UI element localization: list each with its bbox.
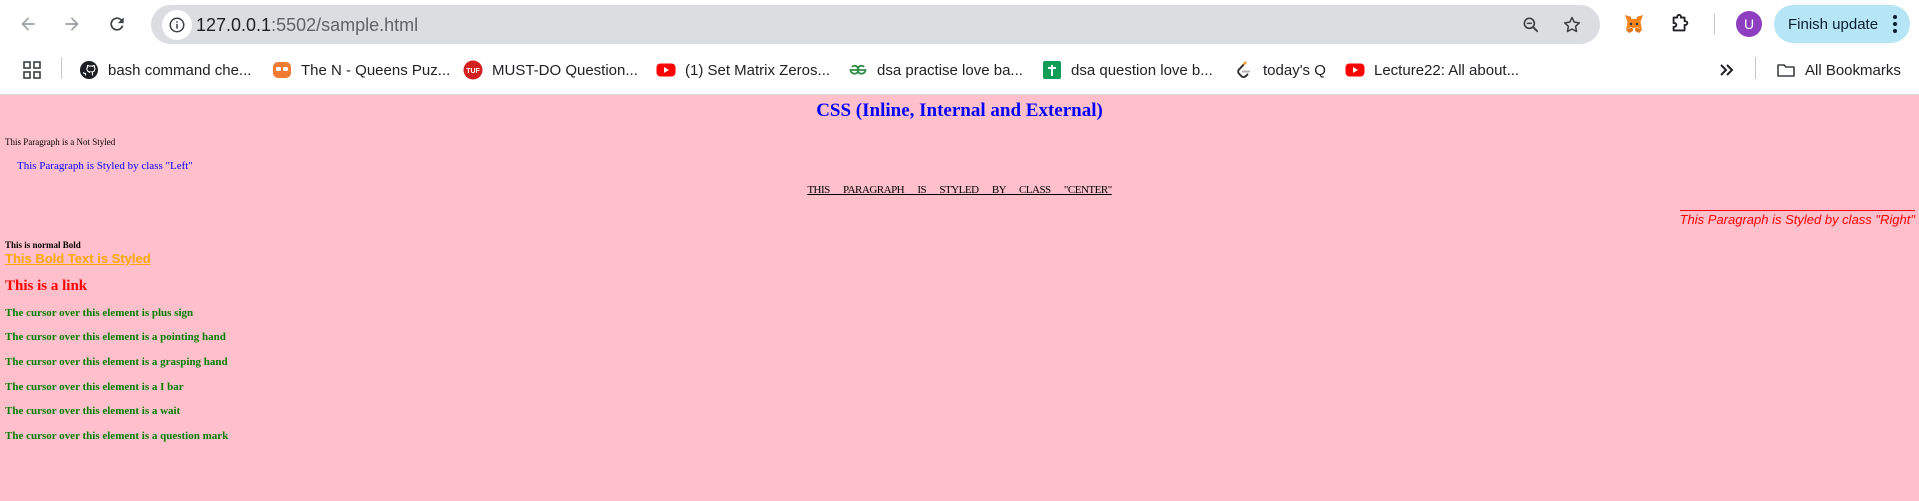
zoom-icon[interactable]	[1519, 13, 1543, 37]
forward-button[interactable]	[57, 9, 87, 39]
all-bookmarks-label: All Bookmarks	[1805, 61, 1901, 79]
cursor-help-text: The cursor over this element is a questi…	[5, 430, 229, 442]
url-host: 127.0.0.1	[196, 15, 272, 35]
cursor-crosshair-text: The cursor over this element is plus sig…	[5, 307, 194, 319]
site-info-button[interactable]	[162, 10, 192, 40]
page-link[interactable]: This is a link	[5, 278, 87, 295]
toolbar-divider	[1714, 13, 1715, 35]
bookmark-item[interactable]: today's Q	[1234, 58, 1326, 82]
cursor-pointer-text: The cursor over this element is a pointi…	[5, 331, 226, 343]
bookmark-item[interactable]: dsa question love b...	[1042, 58, 1213, 82]
bookmark-label: today's Q	[1263, 61, 1326, 79]
right-styled-paragraph: This Paragraph is Styled by class "Right…	[1679, 210, 1915, 227]
more-menu-icon	[1893, 15, 1897, 33]
left-styled-paragraph: This Paragraph is Styled by class "Left"	[17, 160, 193, 172]
all-bookmarks-button[interactable]: All Bookmarks	[1776, 58, 1901, 82]
page-heading: CSS (Inline, Internal and External)	[816, 100, 1103, 121]
bookmark-item[interactable]: Lecture22: All about...	[1345, 58, 1519, 82]
google-sheets-icon	[1042, 60, 1062, 80]
bookmark-label: The N - Queens Puz...	[301, 61, 451, 79]
page-content: CSS (Inline, Internal and External) This…	[0, 95, 1919, 501]
chevron-double-right-icon	[1717, 60, 1737, 80]
github-icon	[79, 60, 99, 80]
finish-update-button[interactable]: Finish update	[1774, 5, 1910, 43]
info-icon	[169, 17, 185, 33]
svg-text:TUF: TUF	[466, 68, 480, 75]
leetcode-icon	[1234, 60, 1254, 80]
extensions-puzzle-icon[interactable]	[1667, 11, 1693, 37]
bookmark-item[interactable]: TUF MUST-DO Question...	[463, 58, 638, 82]
browser-toolbar: 127.0.0.1:5502/sample.html U Finish upda…	[0, 0, 1919, 48]
bookmark-label: dsa question love b...	[1071, 61, 1213, 79]
bookmarks-divider	[61, 57, 62, 79]
more-bookmarks-button[interactable]	[1717, 58, 1746, 82]
url-path: :5502/sample.html	[271, 15, 419, 35]
youtube-icon	[656, 60, 676, 80]
geeksforgeeks-icon	[848, 60, 868, 80]
bookmark-item[interactable]: The N - Queens Puz...	[272, 58, 450, 82]
styled-bold-text: This Bold Text is Styled	[5, 251, 151, 266]
codingninjas-icon	[272, 60, 292, 80]
back-arrow-icon	[21, 17, 35, 31]
plain-paragraph: This Paragraph is a Not Styled	[5, 137, 116, 147]
reload-button[interactable]	[102, 9, 132, 39]
cursor-grab-text: The cursor over this element is a graspi…	[5, 356, 228, 368]
finish-update-label: Finish update	[1788, 15, 1879, 33]
youtube-icon	[1345, 60, 1365, 80]
url-text[interactable]: 127.0.0.1:5502/sample.html	[196, 15, 418, 35]
bookmarks-bar: bash command che... The N - Queens Puz..…	[0, 48, 1919, 95]
bookmark-item[interactable]: (1) Set Matrix Zeros...	[656, 58, 830, 82]
center-styled-paragraph: This Paragraph is Styled by class "Cente…	[807, 184, 1112, 196]
bookmarks-divider	[1755, 57, 1756, 79]
cursor-wait-text: The cursor over this element is a wait	[5, 405, 181, 417]
bookmark-label: bash command che...	[108, 61, 252, 79]
bookmark-label: MUST-DO Question...	[492, 61, 638, 79]
tuf-icon: TUF	[463, 60, 483, 80]
back-button[interactable]	[13, 9, 43, 39]
bookmark-label: dsa practise love ba...	[877, 61, 1023, 79]
profile-avatar[interactable]: U	[1736, 11, 1762, 37]
bookmark-label: Lecture22: All about...	[1374, 61, 1520, 79]
bookmark-item[interactable]: bash command che...	[79, 58, 251, 82]
forward-arrow-icon	[65, 17, 79, 31]
address-bar[interactable]: 127.0.0.1:5502/sample.html	[151, 5, 1600, 44]
metamask-extension-icon[interactable]	[1621, 11, 1647, 37]
reload-icon	[110, 17, 124, 31]
folder-icon	[1776, 60, 1796, 80]
apps-button[interactable]	[22, 58, 51, 82]
bookmark-star-icon[interactable]	[1560, 13, 1584, 37]
bookmark-label: (1) Set Matrix Zeros...	[685, 61, 831, 79]
apps-grid-icon	[22, 60, 42, 80]
normal-bold-text: This is normal Bold	[5, 240, 81, 250]
bookmark-item[interactable]: dsa practise love ba...	[848, 58, 1023, 82]
cursor-text-text: The cursor over this element is a I bar	[5, 381, 184, 393]
